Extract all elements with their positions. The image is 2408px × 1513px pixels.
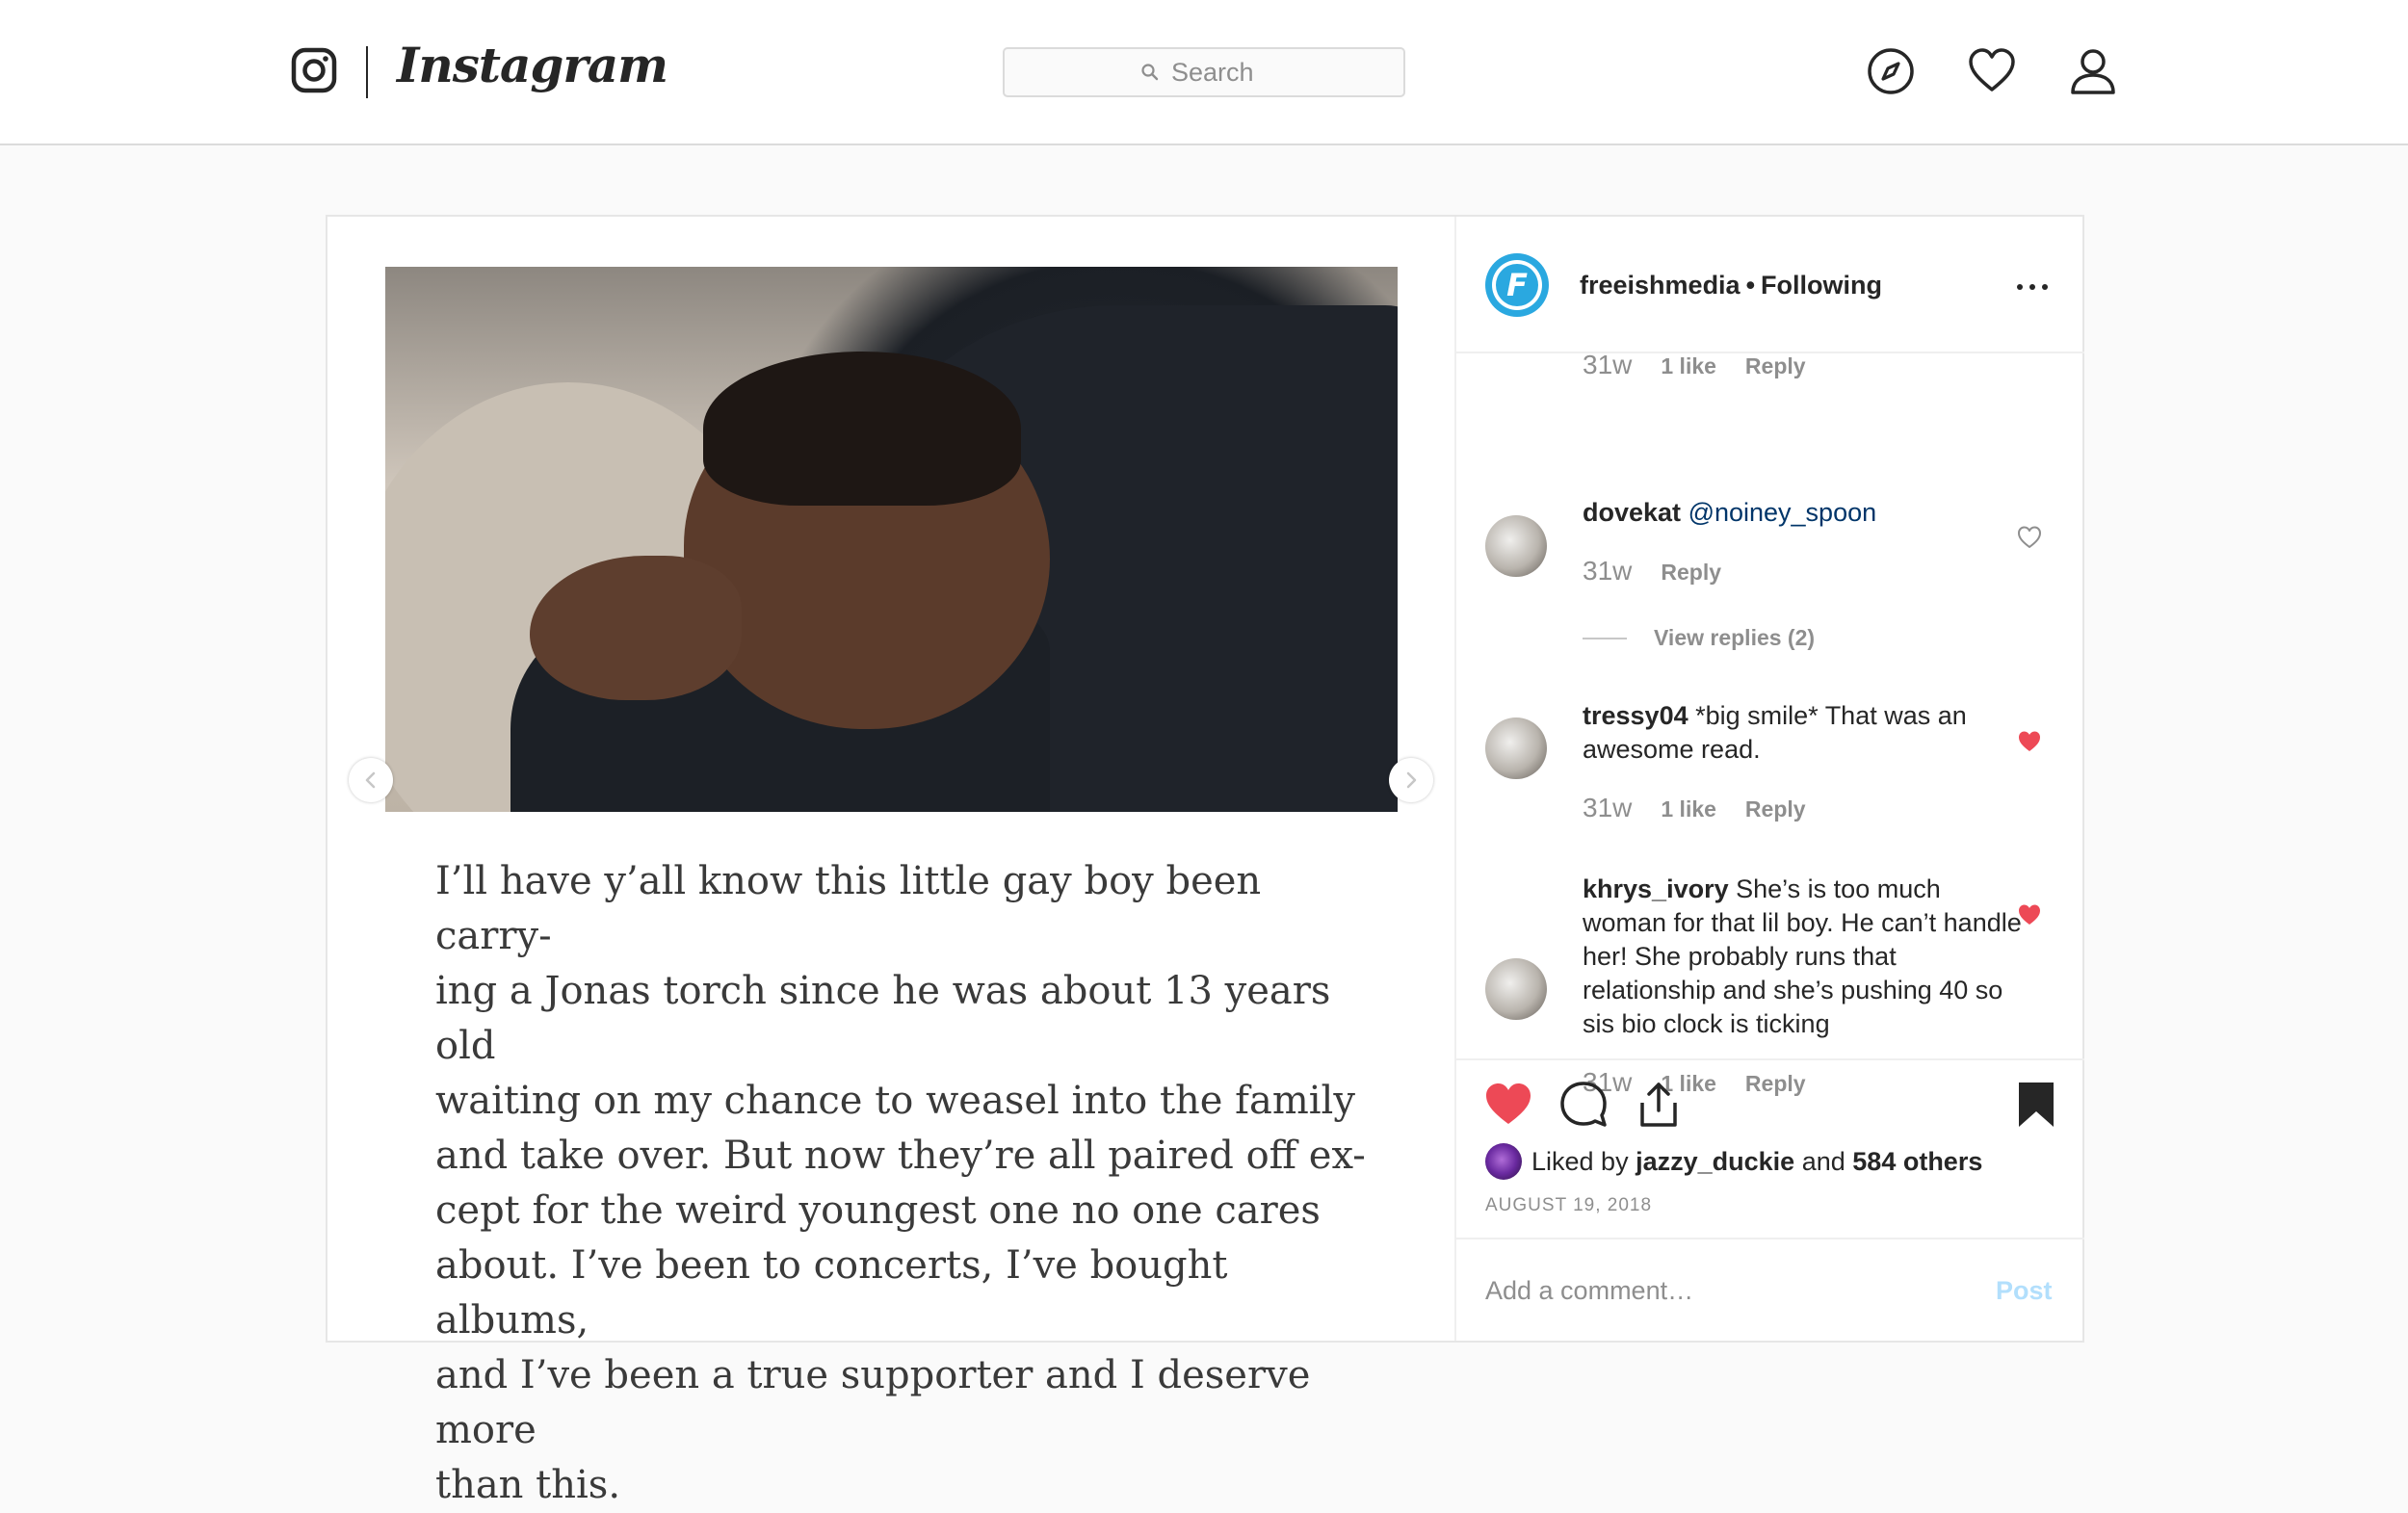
liked-by-others[interactable]: 584 others bbox=[1852, 1147, 1982, 1177]
author-username[interactable]: freeishmedia bbox=[1580, 271, 1741, 300]
heart-icon[interactable] bbox=[1968, 47, 2016, 95]
like-post-icon[interactable] bbox=[1483, 1080, 1533, 1130]
author-avatar[interactable]: F bbox=[1485, 253, 1549, 317]
comment-meta: 31w 1 like Reply bbox=[1583, 353, 1835, 380]
search-box[interactable] bbox=[1003, 47, 1405, 97]
comment-username[interactable]: tressy04 bbox=[1583, 701, 1688, 730]
follow-status[interactable]: Following bbox=[1761, 271, 1882, 300]
comment-username[interactable]: dovekat bbox=[1583, 498, 1681, 527]
comment-meta: 31w Reply bbox=[1583, 556, 1750, 587]
comment-text: dovekat @noiney_spoon bbox=[1583, 496, 2026, 530]
comment-text: khrys_ivory She’s is too much woman for … bbox=[1583, 873, 2026, 1041]
bookmark-saved-icon[interactable] bbox=[2011, 1080, 2061, 1130]
post-photo bbox=[385, 267, 1398, 812]
comment-likes[interactable]: 1 like bbox=[1661, 353, 1716, 378]
comment-age: 31w bbox=[1583, 556, 1633, 586]
comment-reply-button[interactable]: Reply bbox=[1661, 560, 1721, 585]
comment-reply-button[interactable]: Reply bbox=[1745, 796, 1806, 822]
comment-username[interactable]: khrys_ivory bbox=[1583, 874, 1729, 903]
instagram-glyph-icon[interactable] bbox=[291, 47, 337, 93]
comment-meta: 31w 1 like Reply bbox=[1583, 793, 1835, 823]
post-header: F freeishmedia • Following bbox=[1456, 217, 2084, 353]
comment-box-divider bbox=[1456, 1238, 2084, 1239]
post-media[interactable]: I’ll have y’all know this little gay boy… bbox=[327, 217, 1454, 1507]
comment-like-icon[interactable] bbox=[2017, 525, 2042, 550]
compass-icon[interactable] bbox=[1867, 47, 1915, 95]
more-options-icon[interactable] bbox=[2017, 284, 2048, 292]
comment-mention[interactable]: @noiney_spoon bbox=[1688, 498, 1877, 527]
commenter-avatar[interactable] bbox=[1485, 717, 1547, 779]
top-navigation: Instagram bbox=[0, 0, 2408, 145]
comment-liked-icon[interactable] bbox=[2017, 902, 2042, 927]
comment-age: 31w bbox=[1583, 353, 1633, 379]
comment-icon[interactable] bbox=[1558, 1080, 1609, 1130]
comment-reply-button[interactable]: Reply bbox=[1745, 1071, 1806, 1096]
comment-meta: 31w 1 like Reply bbox=[1583, 1067, 1835, 1098]
instagram-wordmark[interactable]: Instagram bbox=[397, 37, 668, 93]
nav-divider bbox=[366, 46, 368, 98]
actions-divider bbox=[1456, 1058, 2084, 1060]
comment-liked-icon[interactable] bbox=[2017, 729, 2042, 754]
comment-age: 31w bbox=[1583, 793, 1633, 822]
add-comment-input[interactable] bbox=[1485, 1276, 1938, 1306]
author-line: freeishmedia • Following bbox=[1580, 271, 1882, 300]
post-comment-button[interactable]: Post bbox=[1996, 1276, 2053, 1306]
chevron-right-icon bbox=[1406, 771, 1417, 789]
post-side-panel: F freeishmedia • Following 31w 1 like Reply … bbox=[1454, 217, 2084, 1341]
profile-icon[interactable] bbox=[2069, 47, 2117, 95]
search-icon bbox=[1141, 64, 1159, 81]
comment-likes[interactable]: 1 like bbox=[1661, 796, 1716, 822]
separator-dot: • bbox=[1745, 271, 1756, 300]
comment-reply-button[interactable]: Reply bbox=[1745, 353, 1806, 378]
comment-text: tressy04 *big smile* That was an awesome… bbox=[1583, 699, 2026, 767]
liked-by-user[interactable]: jazzy_duckie bbox=[1636, 1147, 1794, 1177]
share-icon[interactable] bbox=[1634, 1080, 1684, 1130]
commenter-avatar[interactable] bbox=[1485, 958, 1547, 1020]
commenter-avatar[interactable] bbox=[1485, 515, 1547, 577]
liker-avatar[interactable] bbox=[1485, 1143, 1522, 1180]
carousel-next-button[interactable] bbox=[1389, 758, 1433, 802]
liked-by-row: Liked by jazzy_duckie and 584 others bbox=[1485, 1143, 1982, 1180]
post-date[interactable]: August 19, 2018 bbox=[1485, 1195, 1652, 1216]
liked-by-and: and bbox=[1801, 1146, 1845, 1176]
view-replies-label: View replies (2) bbox=[1654, 625, 1816, 650]
liked-by-prefix: Liked by bbox=[1531, 1146, 1629, 1176]
search-input[interactable] bbox=[1171, 57, 1268, 88]
carousel-prev-button[interactable] bbox=[349, 758, 393, 802]
post-quote-text: I’ll have y’all know this little gay boy… bbox=[435, 859, 1366, 1507]
comments-list[interactable]: 31w 1 like Reply dovekat @noiney_spoon 31w… bbox=[1456, 353, 2084, 1270]
post-card: I’ll have y’all know this little gay boy… bbox=[326, 215, 2084, 1507]
chevron-left-icon bbox=[365, 771, 376, 789]
view-replies-button[interactable]: View replies (2) bbox=[1583, 625, 1815, 651]
